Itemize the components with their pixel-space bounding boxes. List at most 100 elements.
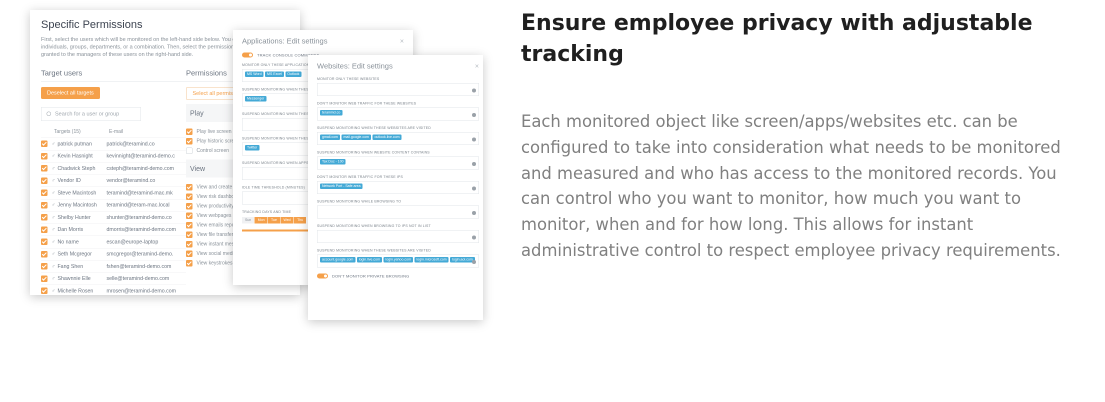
tag-chip[interactable]: Network Port - Safe area [320, 183, 363, 189]
permission-checkbox[interactable] [186, 147, 193, 154]
permission-checkbox[interactable] [186, 222, 193, 229]
tag-chip[interactable]: login.aol.com [450, 257, 475, 263]
web-dialog-header: Websites: Edit settings × [317, 62, 479, 71]
search-icon [46, 111, 51, 116]
table-row[interactable]: ♂ Chadwick Steph csteph@teramind-demo.com [41, 162, 186, 174]
table-row[interactable]: ♂ Dan Morris dmorris@teramind-demo.com [41, 223, 186, 235]
user-name: ♂ Fang Shen [52, 263, 107, 269]
tag-chip[interactable]: account.google.com [320, 257, 356, 263]
user-email: shunter@teramind-demo.co [106, 214, 172, 221]
field-label: MONITOR ONLY THESE WEBSITES [317, 77, 380, 82]
tag-chip[interactable]: Messenger [245, 96, 267, 102]
permission-checkbox[interactable] [186, 184, 193, 191]
table-row[interactable]: ♂ Fang Shen fshen@teramind-demo.com [41, 260, 186, 272]
field-label: DON'T MONITOR WEB TRAFFIC FOR THESE WEBS… [317, 102, 417, 106]
user-email: dmorris@teramind-demo.com [106, 226, 177, 233]
toggle-switch[interactable] [317, 273, 328, 279]
permission-checkbox[interactable] [186, 138, 193, 145]
user-email: smcgregor@teramind-demo. [106, 251, 174, 258]
user-name: ♂ Shelby Hunter [52, 214, 107, 220]
permission-label: View emails report [196, 222, 238, 229]
row-checkbox[interactable] [41, 201, 48, 209]
user-email: fshen@teramind-demo.com [106, 263, 172, 270]
user-icon: ♂ [51, 238, 56, 245]
permission-checkbox[interactable] [186, 260, 193, 267]
table-row[interactable]: ♂ Steve Macintosh teramind@teramind-mac.mk [41, 186, 186, 199]
product-screenshot-collage: Specific Permissions First, select the u… [0, 0, 500, 330]
user-icon: ♂ [51, 177, 56, 184]
tag-chip[interactable]: Tax Doc - 100 [320, 159, 346, 165]
row-checkbox[interactable] [41, 140, 48, 148]
user-name-text: Fang Shen [57, 263, 84, 270]
row-checkbox[interactable] [41, 275, 48, 282]
table-row[interactable]: ♂ Vendor ID vendor@teramind.co [41, 174, 186, 186]
user-icon: ♂ [51, 287, 56, 294]
tag-input[interactable]: teramind.co [317, 107, 479, 121]
search-placeholder: Search for a user or group [55, 111, 120, 117]
toggle-label: DON'T MONITOR PRIVATE BROWSING [332, 273, 410, 279]
deselect-all-targets-button[interactable]: Deselect all targets [41, 87, 100, 99]
row-checkbox[interactable] [41, 189, 48, 197]
table-row[interactable]: ♂ Kevin Hasnight kevinnight@teramind-demo.… [41, 149, 186, 162]
table-row[interactable]: ♂ patrick putman patrick@teramind.co [41, 137, 186, 150]
day-tab[interactable]: Tue [268, 217, 280, 224]
toggle-switch[interactable] [242, 52, 253, 58]
day-tab[interactable]: Sun [242, 217, 255, 224]
day-tab[interactable]: Wed [280, 217, 294, 224]
table-row[interactable]: ♂ Shelby Hunter shunter@teramind-demo.co [41, 211, 186, 223]
close-icon[interactable]: × [475, 62, 479, 71]
tag-chip[interactable]: outlook.live.com [372, 134, 402, 140]
user-icon: ♂ [51, 214, 56, 221]
tag-input[interactable] [317, 83, 479, 96]
permission-checkbox[interactable] [186, 212, 193, 219]
tag-chip[interactable]: login.live.com [356, 257, 383, 263]
tag-chip[interactable]: Twitter [245, 145, 260, 151]
permission-checkbox[interactable] [186, 231, 193, 238]
user-name-text: Vendor ID [57, 177, 81, 184]
row-checkbox[interactable] [41, 177, 48, 184]
tag-input[interactable] [317, 205, 479, 219]
row-checkbox[interactable] [41, 250, 48, 258]
tag-chip[interactable]: Outlook [285, 71, 302, 77]
permission-checkbox[interactable] [186, 203, 193, 210]
row-checkbox[interactable] [41, 226, 48, 233]
tag-input[interactable]: Tax Doc - 100 [317, 156, 479, 170]
user-email: kevinnight@teramind-demo.c [106, 153, 175, 160]
permission-checkbox[interactable] [186, 250, 193, 257]
day-tab[interactable]: Thu [294, 217, 307, 224]
private-browsing-toggle[interactable]: DON'T MONITOR PRIVATE BROWSING [317, 273, 479, 279]
permission-checkbox[interactable] [186, 241, 193, 248]
permission-checkbox[interactable] [186, 193, 193, 200]
table-row[interactable]: ♂ No name escan@europe-laptop [41, 235, 186, 248]
row-checkbox[interactable] [41, 165, 48, 172]
column-targets: Targets (15) [54, 129, 81, 135]
user-name-text: Michelle Rosen [57, 287, 94, 294]
user-name: ♂ Steve Macintosh [52, 190, 107, 196]
tag-chip[interactable]: MS Word [245, 71, 264, 77]
table-row[interactable]: ♂ Shawnnie Elle selle@teramind-demo.com [41, 272, 186, 284]
table-row[interactable]: ♂ Jenny Macintosh teramind@teram-mac.local [41, 198, 186, 211]
tag-chip[interactable]: mail.google.com [341, 134, 371, 140]
table-row[interactable]: ♂ Michelle Rosen mrosen@teramind-demo.com [41, 284, 186, 296]
row-checkbox[interactable] [41, 263, 48, 270]
tag-input[interactable]: gmail.com mail.google.com outlook.live.com [317, 132, 479, 145]
row-checkbox[interactable] [41, 214, 48, 221]
tag-input[interactable]: account.google.com login.live.com login.ya… [317, 254, 479, 268]
permission-checkbox[interactable] [186, 128, 193, 135]
tag-chip[interactable]: login.yahoo.com [383, 257, 414, 263]
user-icon: ♂ [51, 153, 56, 160]
row-checkbox[interactable] [41, 238, 48, 246]
user-search-input[interactable]: Search for a user or group [41, 107, 141, 121]
table-row[interactable]: ♂ Seth Mcgregor smcgregor@teramind-demo. [41, 247, 186, 260]
tag-input[interactable]: Network Port - Safe area [317, 181, 479, 194]
row-checkbox[interactable] [41, 287, 48, 295]
tag-input[interactable] [317, 230, 479, 243]
tag-chip[interactable]: gmail.com [320, 134, 340, 140]
day-tab[interactable]: Mon [254, 217, 268, 224]
close-icon[interactable]: × [400, 37, 404, 46]
tag-chip[interactable]: MS Excel [265, 71, 284, 77]
row-checkbox[interactable] [41, 152, 48, 160]
tag-chip[interactable]: login.microsoft.com [414, 257, 449, 263]
apps-dialog-header: Applications: Edit settings × [242, 37, 404, 46]
tag-chip[interactable]: teramind.co [320, 110, 343, 116]
